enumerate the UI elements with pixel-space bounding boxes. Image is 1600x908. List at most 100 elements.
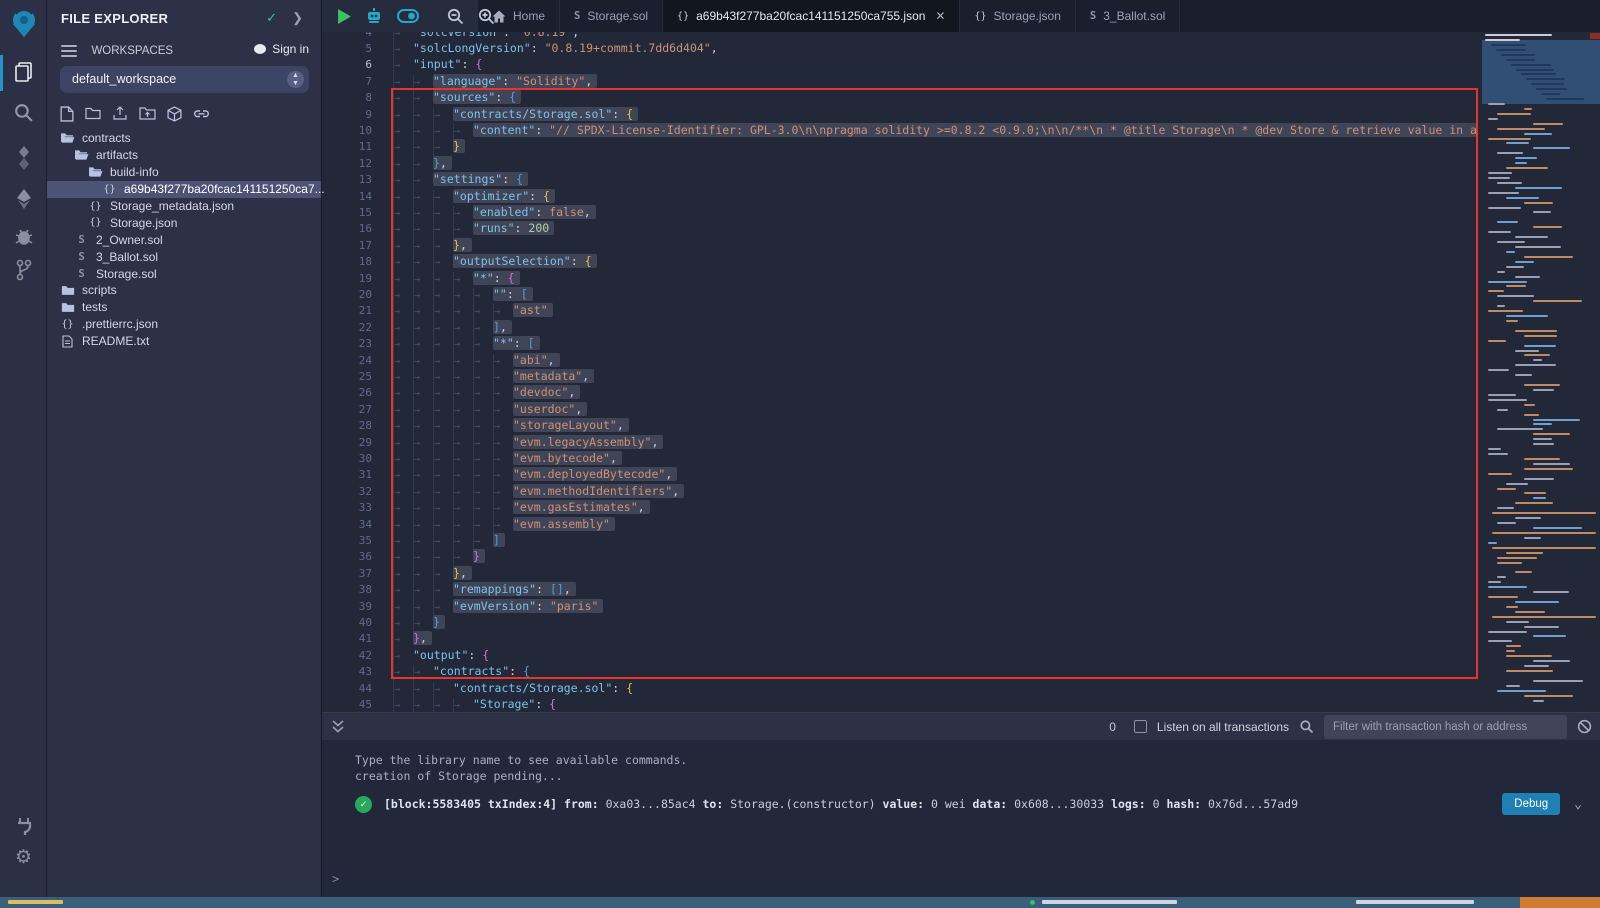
tree-item-contracts[interactable]: contracts [47,130,321,147]
code-line-24: 24→→→→→→"abi", [322,352,560,368]
settings-gear-icon[interactable]: ⚙ [0,846,47,869]
upload-file-icon[interactable] [112,106,128,124]
code-line-34: 34→→→→→→"evm.assembly" [322,516,615,532]
minimap-line [1524,384,1560,386]
minimap-line [1515,276,1540,278]
tab-storage-sol[interactable]: SStorage.sol [560,0,663,32]
tab-storage-json[interactable]: {} Storage.json [960,0,1075,32]
tree-item-build-info[interactable]: build-info [47,164,321,181]
tree-item-3-ballot-sol[interactable]: S3_Ballot.sol [47,248,321,265]
minimap-line [1506,645,1521,647]
debug-button[interactable]: Debug [1502,793,1560,815]
folder-open-icon [74,149,89,161]
minimap-line [1497,152,1523,154]
minimap-line [1515,157,1537,159]
tab-label: 3_Ballot.sol [1103,9,1165,23]
folder-open-icon [88,166,103,178]
code-line-5: 5→"solcLongVersion": "0.8.19+commit.7dd6… [322,40,718,56]
tree-item-label: tests [82,300,107,314]
tree-item-readme-txt[interactable]: README.txt [47,333,321,350]
minimap-line [1533,660,1570,662]
minimap-line [1524,695,1573,697]
listen-label[interactable]: Listen on all transactions [1157,720,1289,734]
code-line-7: 7→→"language": "Solidity", [322,73,597,89]
solidity-compiler-icon[interactable] [0,146,47,170]
search-icon[interactable] [0,102,47,123]
plugin-manager-icon[interactable] [0,814,47,838]
deploy-run-icon[interactable] [0,188,47,210]
file-explorer-icon[interactable] [0,60,47,84]
run-script-button[interactable] [338,9,351,24]
tree-item-2-owner-sol[interactable]: S2_Owner.sol [47,231,321,248]
clear-filter-icon[interactable] [1577,719,1592,734]
minimap-line [1488,138,1531,140]
json-icon: {} [677,11,689,22]
tree-item-a69b43f277ba20fcac141151250ca7-[interactable]: {}a69b43f277ba20fcac141151250ca7... [47,181,321,198]
minimap-line [1492,532,1596,534]
workspace-selector[interactable]: default_workspace ▲▼ [60,66,309,93]
minimap-line [1488,394,1516,396]
code-line-38: 38→→→"remappings": [], [322,581,576,597]
new-folder-icon[interactable] [85,106,101,124]
json-icon: {} [974,11,986,22]
code-line-45: 45→→→→"Storage": { [322,696,556,712]
close-tab-icon[interactable]: ✕ [935,9,945,23]
tab-home[interactable]: Home [478,0,560,32]
editor-topbar: HomeSStorage.sol {} a69b43f277ba20fcac1411… [322,0,1600,32]
listen-checkbox[interactable] [1134,720,1147,733]
sign-in-button[interactable]: Sign in [253,42,309,56]
scam-alert-badge[interactable] [1520,897,1600,908]
filter-input[interactable] [1324,715,1567,739]
tab-label: a69b43f277ba20fcac141151250ca755.json [696,9,925,23]
terminal[interactable]: Type the library name to see available c… [322,740,1600,897]
terminal-search-icon[interactable] [1299,719,1314,734]
upload-folder-icon[interactable] [139,106,156,124]
git-icon[interactable] [0,258,47,282]
minimap-line [1488,231,1511,233]
tab-3-ballot-sol[interactable]: S3_Ballot.sol [1076,0,1180,32]
tab-label: Storage.sol [587,9,648,23]
minimap-line [1524,108,1532,110]
debugger-icon[interactable] [0,226,47,246]
chevron-right-icon[interactable]: ❯ [292,10,303,26]
new-file-icon[interactable] [60,106,74,124]
link-icon[interactable] [193,106,210,124]
minimap-line [1533,527,1582,529]
minimap-line [1533,300,1582,302]
minimap-line [1488,369,1509,371]
tree-item-label: Storage.sol [96,267,157,281]
minimap-line [1506,142,1529,144]
cube-icon[interactable] [167,106,182,124]
ai-assistant-icon[interactable] [365,7,383,25]
tree-item-scripts[interactable]: scripts [47,282,321,299]
minimap-line [1515,236,1548,238]
terminal-collapse-icon[interactable] [332,720,344,733]
code-editor[interactable]: 4→"solcVersion": "0.8.19",5→"solcLongVer… [322,32,1600,712]
code-line-17: 17→→→}, [322,237,472,253]
zoom-out-icon[interactable] [447,8,464,25]
minimap-line [1524,133,1552,135]
tab-label: Storage.json [994,9,1061,23]
minimap-line [1491,44,1526,46]
toggle-switch-icon[interactable] [397,9,419,23]
minimap[interactable] [1482,32,1600,712]
tree-item-storage-metadata-json[interactable]: {}Storage_metadata.json [47,198,321,215]
code-line-8: 8→→"sources": { [322,89,521,105]
workspace-stepper-icon[interactable]: ▲▼ [287,71,304,88]
workspaces-menu-icon[interactable] [61,42,77,60]
tree-item-storage-sol[interactable]: SStorage.sol [47,265,321,282]
tree-item-tests[interactable]: tests [47,299,321,316]
minimap-line [1533,226,1562,228]
tab-a69b43f277ba20fcac141151250ca755-json[interactable]: {} a69b43f277ba20fcac141151250ca755.json ✕ [663,0,960,32]
tree-item-storage-json[interactable]: {}Storage.json [47,214,321,231]
tree-item-label: build-info [110,165,159,179]
terminal-prompt[interactable]: > [332,872,339,886]
tree-item--prettierrc-json[interactable]: {}.prettierrc.json [47,316,321,333]
tree-item-artifacts[interactable]: artifacts [47,147,321,164]
transaction-row[interactable]: ✓ [block:5583405 txIndex:4] from: 0xa03.… [355,790,1582,818]
folder-icon [60,284,75,296]
sol-icon: S [74,234,89,246]
minimap-line [1515,246,1561,248]
file-explorer-panel: FILE EXPLORER ✓ ❯ WORKSPACES Sign in def… [47,0,322,897]
tx-expand-icon[interactable]: ⌄ [1574,797,1582,812]
